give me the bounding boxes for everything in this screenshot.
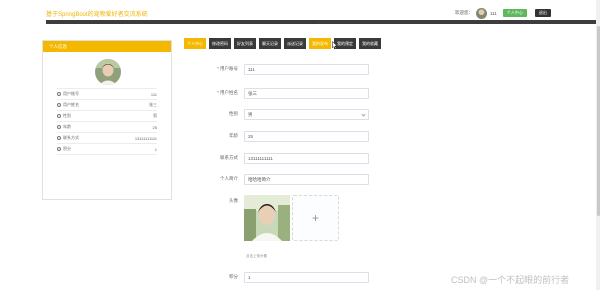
cursor-icon — [332, 41, 338, 49]
nav-band: ...... — [46, 20, 599, 24]
profile-row-value: 男 — [153, 113, 157, 118]
tab-friends[interactable]: 好友列表 — [234, 38, 256, 49]
profile-avatar — [95, 59, 121, 85]
age-label: 年龄 — [229, 133, 238, 138]
site-title[interactable]: 基于SpringBoot的宠物爱好者交流系统 — [46, 9, 148, 18]
avatar-label: 头像 — [229, 198, 238, 203]
welcome-label: 欢迎您： — [455, 10, 473, 15]
profile-row-name: 用户姓名 张三 — [57, 100, 157, 111]
profile-row-label: 年龄 — [63, 124, 71, 129]
points-input[interactable]: 1 — [244, 272, 369, 283]
tab-my-favorites[interactable]: 我的收藏 — [359, 38, 381, 49]
csdn-watermark: CSDN @一个不起眼的前行者 — [451, 275, 570, 285]
profile-row-gender: 性别 男 — [57, 111, 157, 122]
age-input[interactable]: 25 — [244, 131, 369, 142]
top-header: 基于SpringBoot的宠物爱好者交流系统 欢迎您： 111 个人中心 退出 — [0, 0, 600, 20]
profile-card: 个人信息 用户账号 111 用户姓名 张三 性别 男 年龄 25 联系方式 13… — [42, 40, 172, 200]
tab-chat-history[interactable]: 聊天记录 — [259, 38, 281, 49]
page-scrollbar[interactable] — [596, 0, 600, 290]
required-mark: * — [217, 66, 219, 71]
intro-label: 个人简介 — [220, 176, 238, 181]
user-icon — [57, 92, 61, 96]
profile-row-label: 联系方式 — [63, 135, 79, 140]
age-icon — [57, 125, 61, 129]
profile-row-age: 年龄 25 — [57, 122, 157, 133]
tab-change-password[interactable]: 修改密码 — [209, 38, 231, 49]
name-label-text: 用户姓名 — [220, 90, 238, 95]
gender-label: 性别 — [229, 111, 238, 116]
phone-input[interactable]: 13111111111 — [244, 153, 369, 164]
gender-icon — [57, 114, 61, 118]
header-username: 111 — [490, 10, 497, 16]
profile-row-points: 积分 1 — [57, 144, 157, 155]
profile-row-value: 张三 — [149, 102, 157, 107]
logout-button[interactable]: 退出 — [534, 9, 551, 17]
phone-icon — [57, 136, 61, 140]
profile-row-label: 用户账号 — [63, 91, 79, 96]
profile-info-list: 用户账号 111 用户姓名 张三 性别 男 年龄 25 联系方式 1311111… — [57, 88, 157, 155]
points-icon — [57, 147, 61, 151]
account-label: *用户账号 — [178, 66, 238, 72]
gender-select-value: 男 — [248, 112, 253, 117]
tab-my-posts[interactable]: 我的发布 — [309, 38, 331, 49]
nav-band-text: ...... — [316, 20, 322, 24]
account-label-text: 用户账号 — [220, 66, 238, 71]
name-label: *用户姓名 — [178, 90, 238, 96]
required-mark: * — [217, 90, 219, 95]
profile-row-account: 用户账号 111 — [57, 89, 157, 100]
tab-personal-center[interactable]: 个人中心 — [184, 38, 206, 49]
header-avatar[interactable] — [476, 7, 487, 19]
upload-hint: 点击上传头像 — [246, 254, 267, 258]
profile-row-label: 用户姓名 — [63, 102, 79, 107]
account-input[interactable]: 111 — [244, 64, 369, 75]
profile-row-value: 111 — [150, 91, 157, 97]
avatar-preview — [244, 195, 290, 241]
gender-select[interactable]: 男 — [244, 109, 369, 120]
profile-row-label: 积分 — [63, 146, 71, 151]
header-user-area: 欢迎您： 111 个人中心 退出 — [455, 6, 551, 20]
name-input[interactable]: 张三 — [244, 88, 369, 99]
intro-input[interactable]: 哈哈哈简介 — [244, 174, 369, 185]
points-label: 积分 — [229, 274, 238, 279]
profile-row-value: 25 — [152, 124, 157, 130]
profile-card-title: 个人信息 — [43, 41, 171, 52]
tab-delivery-records[interactable]: 派送记录 — [284, 38, 306, 49]
user-icon — [57, 103, 61, 107]
personal-center-button[interactable]: 个人中心 — [502, 9, 527, 17]
profile-row-value: 13111111111 — [134, 135, 157, 141]
chevron-down-icon — [361, 111, 366, 117]
profile-row-label: 性别 — [63, 113, 71, 118]
profile-tabs: 个人中心 修改密码 好友列表 聊天记录 派送记录 我的发布 我的预定 我的收藏 — [184, 38, 384, 50]
avatar-upload-button[interactable]: + — [292, 195, 339, 241]
profile-row-phone: 联系方式 13111111111 — [57, 133, 157, 144]
profile-row-value: 1 — [154, 146, 157, 152]
scrollbar-thumb[interactable] — [596, 26, 600, 216]
phone-label: 联系方式 — [220, 155, 238, 160]
